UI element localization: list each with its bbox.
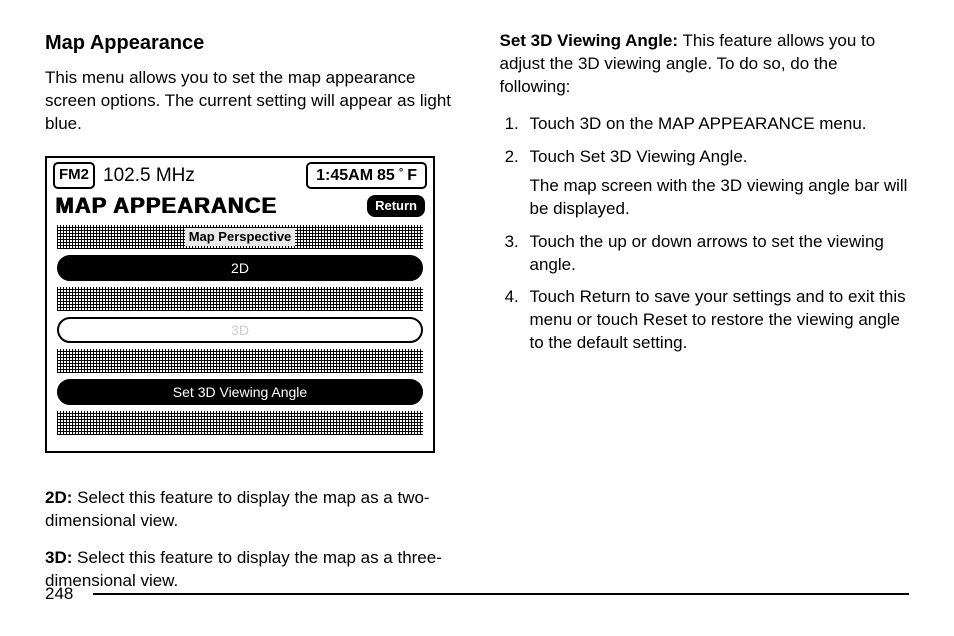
temp-unit: F <box>407 165 417 187</box>
step-4-main: Touch Return to save your settings and t… <box>530 287 906 352</box>
lead-paragraph: Set 3D Viewing Angle: This feature allow… <box>500 30 910 99</box>
page-number: 248 <box>45 584 73 604</box>
step-4: Touch Return to save your settings and t… <box>524 286 910 355</box>
step-1: Touch 3D on the MAP APPEARANCE menu. <box>524 113 910 136</box>
section-heading: Map Appearance <box>45 30 455 57</box>
footer-rule <box>93 593 909 595</box>
perspective-label: Map Perspective <box>185 228 296 246</box>
screen-title: MAP APPEARANCE <box>55 191 277 221</box>
perspective-header: Map Perspective <box>57 225 423 249</box>
fm-band-badge: FM2 <box>53 162 95 188</box>
step-3: Touch the up or down arrows to set the v… <box>524 231 910 277</box>
lead-label: Set 3D Viewing Angle: <box>500 31 679 50</box>
hatched-spacer-3 <box>57 411 423 435</box>
set-3d-angle-button[interactable]: Set 3D Viewing Angle <box>57 379 423 405</box>
screen-topbar: FM2 102.5 MHz 1:45AM 85 ° F <box>51 162 429 190</box>
right-column: Set 3D Viewing Angle: This feature allow… <box>500 30 910 607</box>
intro-paragraph: This menu allows you to set the map appe… <box>45 67 455 136</box>
degree-icon: ° <box>399 166 403 181</box>
hatched-spacer-2 <box>57 349 423 373</box>
step-3-main: Touch the up or down arrows to set the v… <box>530 232 884 274</box>
option-2d-button[interactable]: 2D <box>57 255 423 281</box>
clock-temp-box: 1:45AM 85 ° F <box>306 162 427 190</box>
step-2-sub: The map screen with the 3D viewing angle… <box>530 175 910 221</box>
clock-value: 1:45AM <box>316 165 373 187</box>
screenshot-figure: FM2 102.5 MHz 1:45AM 85 ° F MAP APPEARANCE… <box>45 156 435 453</box>
steps-list: Touch 3D on the MAP APPEARANCE menu. Tou… <box>500 113 910 355</box>
desc-2d: 2D: Select this feature to display the m… <box>45 487 455 533</box>
temp-value: 85 <box>377 165 395 187</box>
return-button[interactable]: Return <box>367 195 425 217</box>
frequency-readout: 102.5 MHz <box>103 163 195 189</box>
option-3d-button[interactable]: 3D <box>57 317 423 343</box>
step-2: Touch Set 3D Viewing Angle. The map scree… <box>524 146 910 221</box>
page-footer: 248 <box>45 584 909 604</box>
step-1-main: Touch 3D on the MAP APPEARANCE menu. <box>530 114 867 133</box>
left-column: Map Appearance This menu allows you to s… <box>45 30 455 607</box>
desc-2d-label: 2D: <box>45 488 72 507</box>
desc-3d-label: 3D: <box>45 548 72 567</box>
step-2-main: Touch Set 3D Viewing Angle. <box>530 147 748 166</box>
hatched-spacer-1 <box>57 287 423 311</box>
desc-2d-text: Select this feature to display the map a… <box>45 488 430 530</box>
